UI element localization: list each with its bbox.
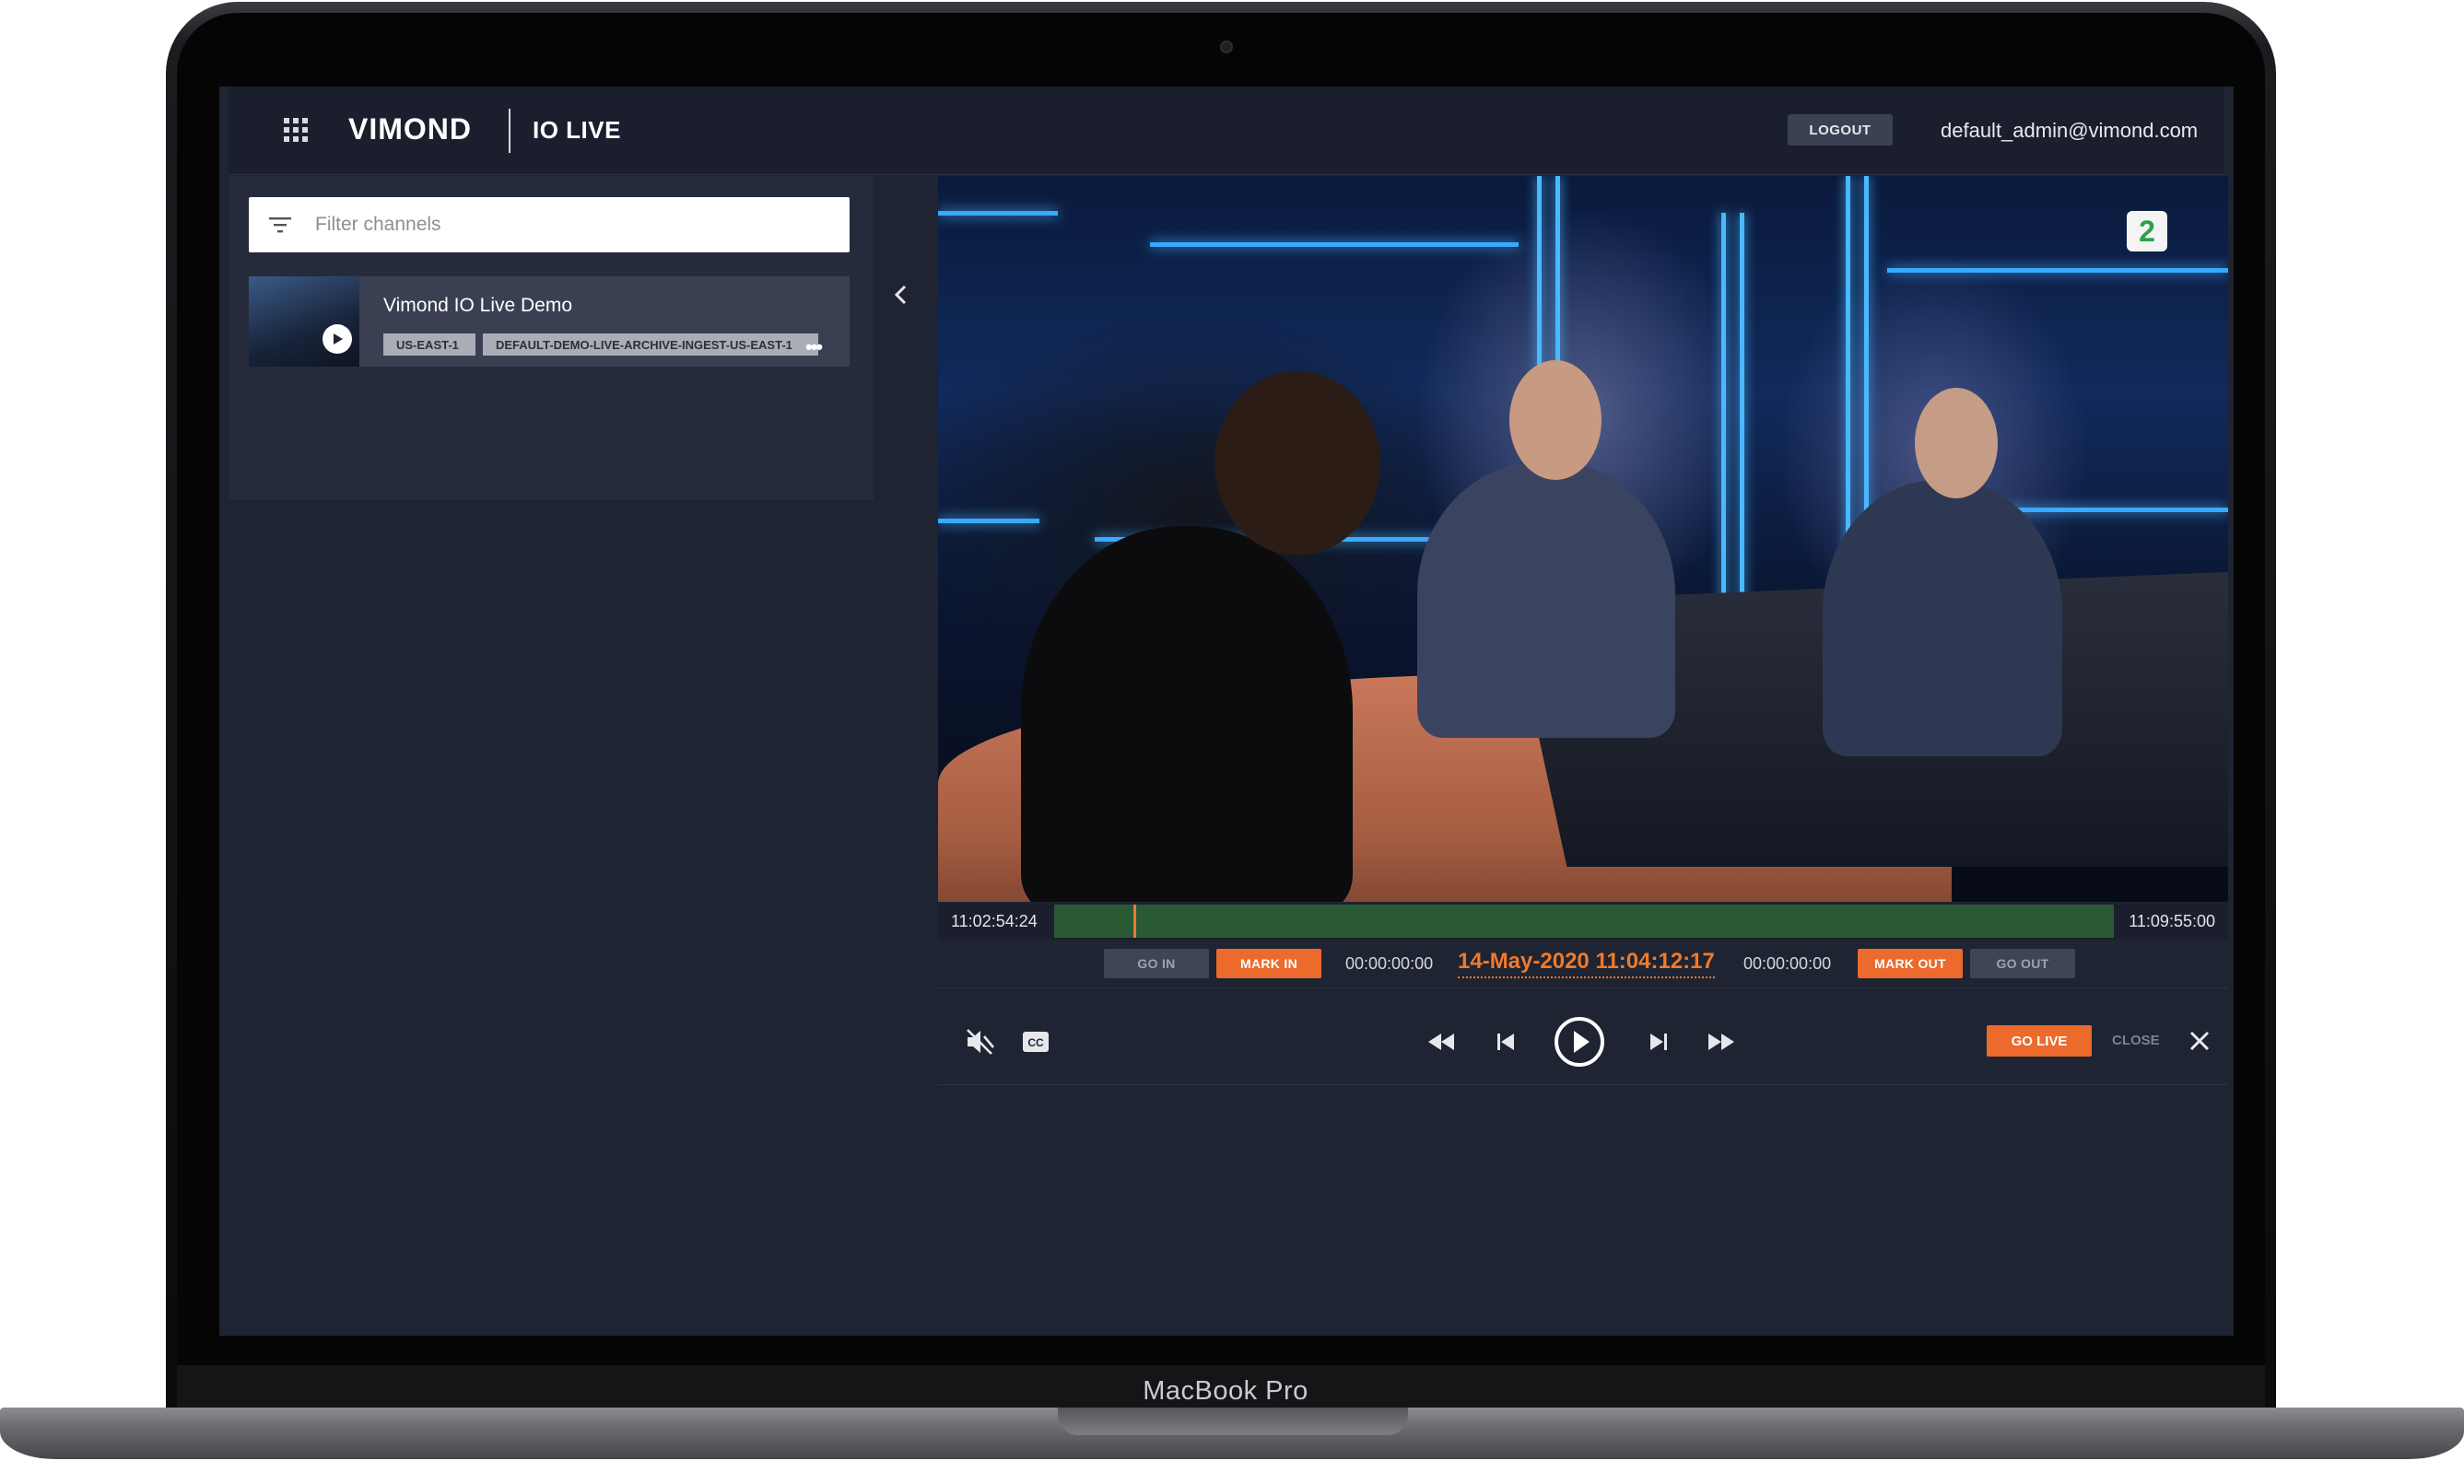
studio-light <box>1740 213 1744 627</box>
filter-box <box>249 197 850 252</box>
timeline-end: 11:09:55:00 <box>2129 912 2215 930</box>
apps-grid-icon[interactable] <box>284 118 308 142</box>
rewind-icon[interactable] <box>1423 1025 1460 1058</box>
host-figure <box>1417 462 1675 738</box>
cohost-figure <box>1823 480 2062 756</box>
timeline-track[interactable] <box>1054 905 2114 938</box>
guest-figure <box>1021 526 1353 902</box>
host-head <box>1509 360 1602 480</box>
logout-button[interactable]: LOGOUT <box>1788 114 1893 146</box>
play-circle-icon[interactable] <box>1552 1014 1607 1069</box>
guest-head <box>1214 371 1380 555</box>
ingest-tag: DEFAULT-DEMO-LIVE-ARCHIVE-INGEST-US-EAST… <box>483 333 818 356</box>
channel-list-item[interactable]: Vimond IO Live Demo US-EAST-1 DEFAULT-DE… <box>249 276 850 367</box>
skip-forward-icon[interactable] <box>1642 1025 1675 1058</box>
out-time: 00:00:00:00 <box>1743 954 1832 973</box>
skip-back-icon[interactable] <box>1489 1025 1522 1058</box>
more-icon[interactable]: ••• <box>805 335 823 359</box>
mark-in-button[interactable]: MARK IN <box>1216 949 1321 978</box>
brand-divider <box>509 109 510 153</box>
filter-channels-input[interactable] <box>315 210 831 240</box>
timeline: 11:02:54:24 11:09:55:00 <box>938 903 2228 940</box>
in-time: 00:00:00:00 <box>1345 954 1434 973</box>
filter-icon <box>269 217 291 233</box>
region-tag: US-EAST-1 <box>383 333 475 356</box>
close-icon[interactable] <box>2186 1027 2213 1055</box>
studio-light <box>1150 242 1519 247</box>
fast-forward-icon[interactable] <box>1703 1025 1740 1058</box>
channel-name: Vimond IO Live Demo <box>383 295 573 316</box>
studio-light <box>938 519 1039 523</box>
video-player[interactable]: 2 <box>938 176 2228 902</box>
studio-light <box>1887 268 2228 273</box>
laptop-notch <box>1058 1408 1408 1435</box>
go-live-button[interactable]: GO LIVE <box>1987 1025 2092 1057</box>
top-bar: VIMOND IO LIVE LOGOUT default_admin@vimo… <box>229 87 2224 175</box>
timeline-start: 11:02:54:24 <box>951 912 1038 930</box>
studio-light <box>1721 213 1726 627</box>
studio-light <box>938 211 1058 216</box>
svg-text:CC: CC <box>1027 1036 1044 1049</box>
channel-logo: 2 <box>2127 211 2167 251</box>
go-in-button[interactable]: GO IN <box>1104 949 1209 978</box>
device-label: MacBook Pro <box>1143 1376 1308 1406</box>
user-email: default_admin@vimond.com <box>1941 119 2199 142</box>
current-time[interactable]: 14-May-2020 11:04:12:17 <box>1458 949 1715 978</box>
timeline-playhead[interactable] <box>1133 905 1136 938</box>
mute-icon[interactable] <box>962 1023 999 1060</box>
app-screen: VIMOND IO LIVE LOGOUT default_admin@vimo… <box>219 87 2234 1336</box>
product-name: IO LIVE <box>533 116 621 144</box>
cohost-head <box>1915 388 1998 498</box>
chevron-left-icon[interactable] <box>892 284 909 306</box>
close-label[interactable]: CLOSE <box>2112 1033 2160 1048</box>
closed-captions-icon[interactable]: CC <box>1019 1025 1052 1058</box>
marks-bar: GO IN MARK IN 00:00:00:00 14-May-2020 11… <box>938 940 2228 987</box>
play-icon[interactable] <box>323 324 352 354</box>
channel-thumbnail <box>249 276 359 367</box>
go-out-button[interactable]: GO OUT <box>1970 949 2075 978</box>
brand-logo: VIMOND <box>348 112 472 146</box>
playback-controls: CC GO LIVE CLOSE <box>938 987 2228 1085</box>
camera-icon <box>1220 41 1233 53</box>
mark-out-button[interactable]: MARK OUT <box>1858 949 1963 978</box>
